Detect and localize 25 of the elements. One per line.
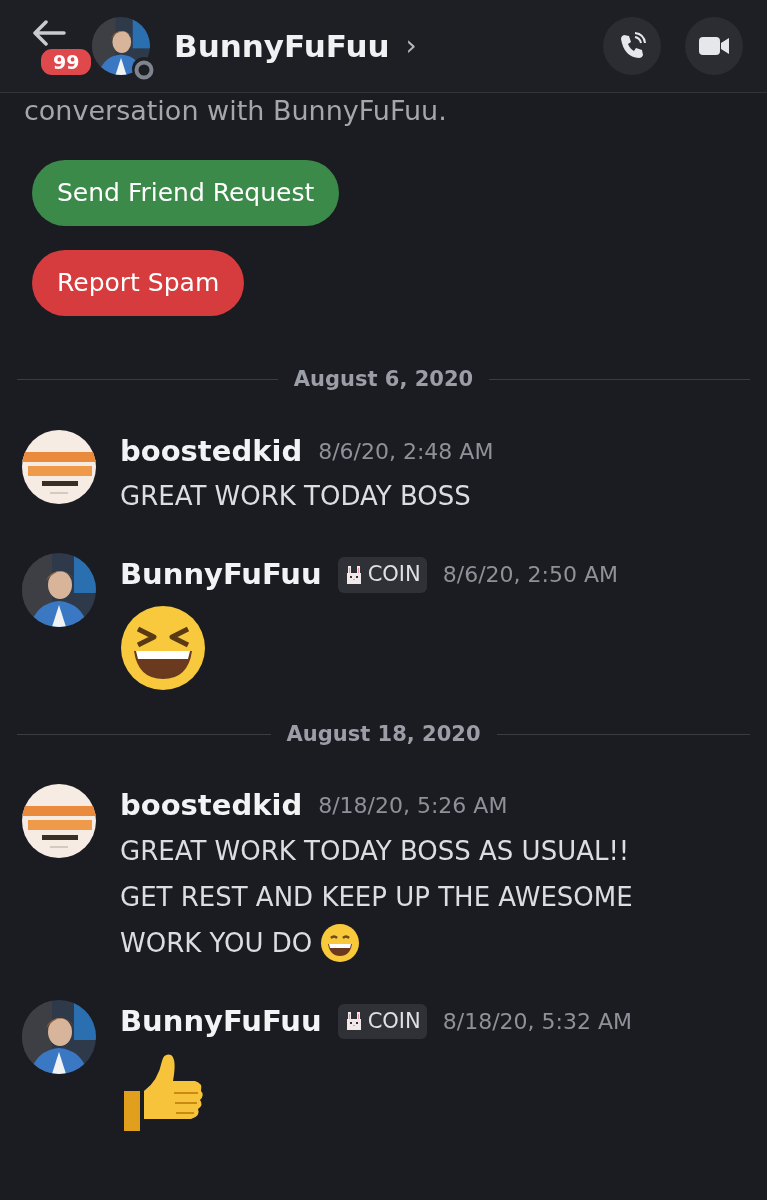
message-text: GET REST AND KEEP UP THE AWESOME	[120, 880, 633, 914]
laughing-face-icon	[120, 604, 206, 691]
chat-title[interactable]: BunnyFuFuu	[174, 22, 390, 70]
tag-label: COIN	[367, 561, 421, 588]
timestamp: 8/6/20, 2:48 AM	[318, 437, 494, 466]
video-camera-icon	[698, 34, 730, 58]
author-name[interactable]: BunnyFuFuu	[120, 999, 322, 1043]
intro-text: conversation with BunnyFuFuu.	[24, 97, 448, 124]
timestamp: 8/18/20, 5:26 AM	[318, 792, 508, 821]
author-name[interactable]: boostedkid	[120, 429, 303, 473]
date-divider: August 6, 2020	[293, 366, 474, 393]
tag-label: COIN	[367, 1007, 421, 1035]
author-name[interactable]: boostedkid	[120, 784, 303, 828]
message-text: GREAT WORK TODAY BOSS	[120, 480, 471, 513]
friend-request-button[interactable]: Send Friend Request	[32, 160, 340, 226]
back-icon[interactable]	[32, 20, 66, 46]
chevron[interactable]: ›	[405, 25, 417, 67]
message-text: WORK YOU DO	[120, 926, 313, 960]
date-divider: August 18, 2020	[286, 720, 481, 748]
phone-icon	[618, 32, 646, 60]
timestamp: 8/6/20, 2:50 AM	[442, 561, 618, 590]
report-spam-button[interactable]: Report Spam	[32, 250, 245, 316]
author-name[interactable]: BunnyFuFuu	[120, 553, 322, 597]
timestamp: 8/18/20, 5:32 AM	[442, 1007, 632, 1036]
message-text: GREAT WORK TODAY BOSS AS USUAL!!	[120, 834, 630, 868]
